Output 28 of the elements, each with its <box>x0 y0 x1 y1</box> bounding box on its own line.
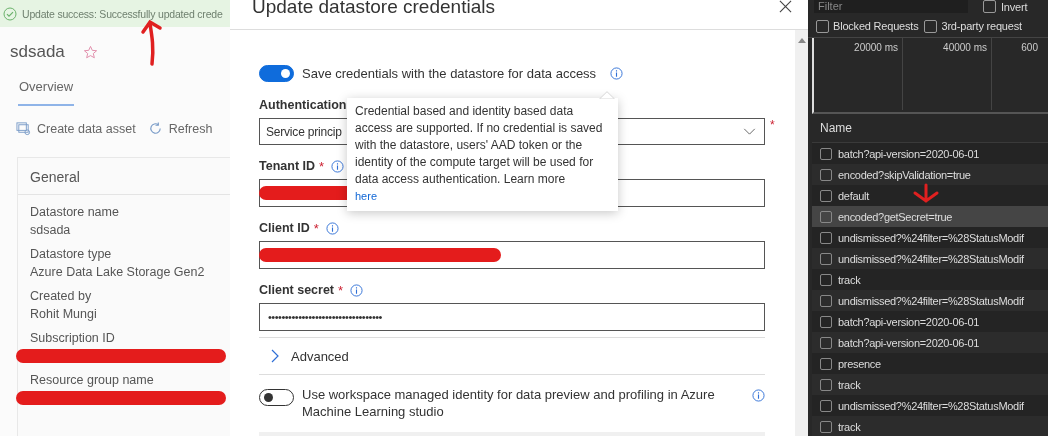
toast-message: Update success: Successfully updated crede <box>22 7 223 20</box>
toggle-label: Save credentials with the datastore for data access <box>302 65 597 81</box>
checkbox-label: Blocked Requests <box>833 20 919 32</box>
checkbox-label: 3rd-party request <box>941 20 1022 32</box>
toggle-label: Use workspace managed identity for data preview and profiling in Azure Machine Learning studio <box>302 386 716 420</box>
authentication-label: Authentication <box>259 98 347 112</box>
field-label: Datastore name <box>30 205 120 219</box>
field-value: Rohit Mungi <box>30 307 98 321</box>
timeline-tick: 20000 ms <box>814 38 903 110</box>
required-mark: * <box>338 282 344 298</box>
field-label: Tenant ID <box>259 159 316 173</box>
field-label: Client secret <box>259 283 335 297</box>
field-label: Created by <box>30 289 93 303</box>
field-label: Client ID <box>259 221 310 235</box>
required-mark: * <box>770 118 775 132</box>
datastore-title: sdsada <box>10 42 65 62</box>
field-label: Datastore type <box>30 247 113 261</box>
field-value: sdsada <box>30 223 72 237</box>
field-label: Resource group name <box>30 373 155 387</box>
timeline-tick: 600 <box>1020 41 1039 55</box>
dialog-title: Update datastore credentials <box>252 0 495 18</box>
tooltip-text: Credential based and identity based data access are supported. If no credential is saved with the datastore, users' AAD token or the identity of the compute target will be used for data access authentication. Learn more here <box>355 103 610 205</box>
field-label: Subscription ID <box>30 331 116 345</box>
field-value: Azure Data Lake Storage Gen2 <box>30 265 206 279</box>
checkbox-label: Invert <box>1001 0 1028 13</box>
required-mark: * <box>313 220 319 236</box>
timeline-tick: 40000 ms <box>903 38 992 110</box>
required-mark: * <box>319 158 325 174</box>
